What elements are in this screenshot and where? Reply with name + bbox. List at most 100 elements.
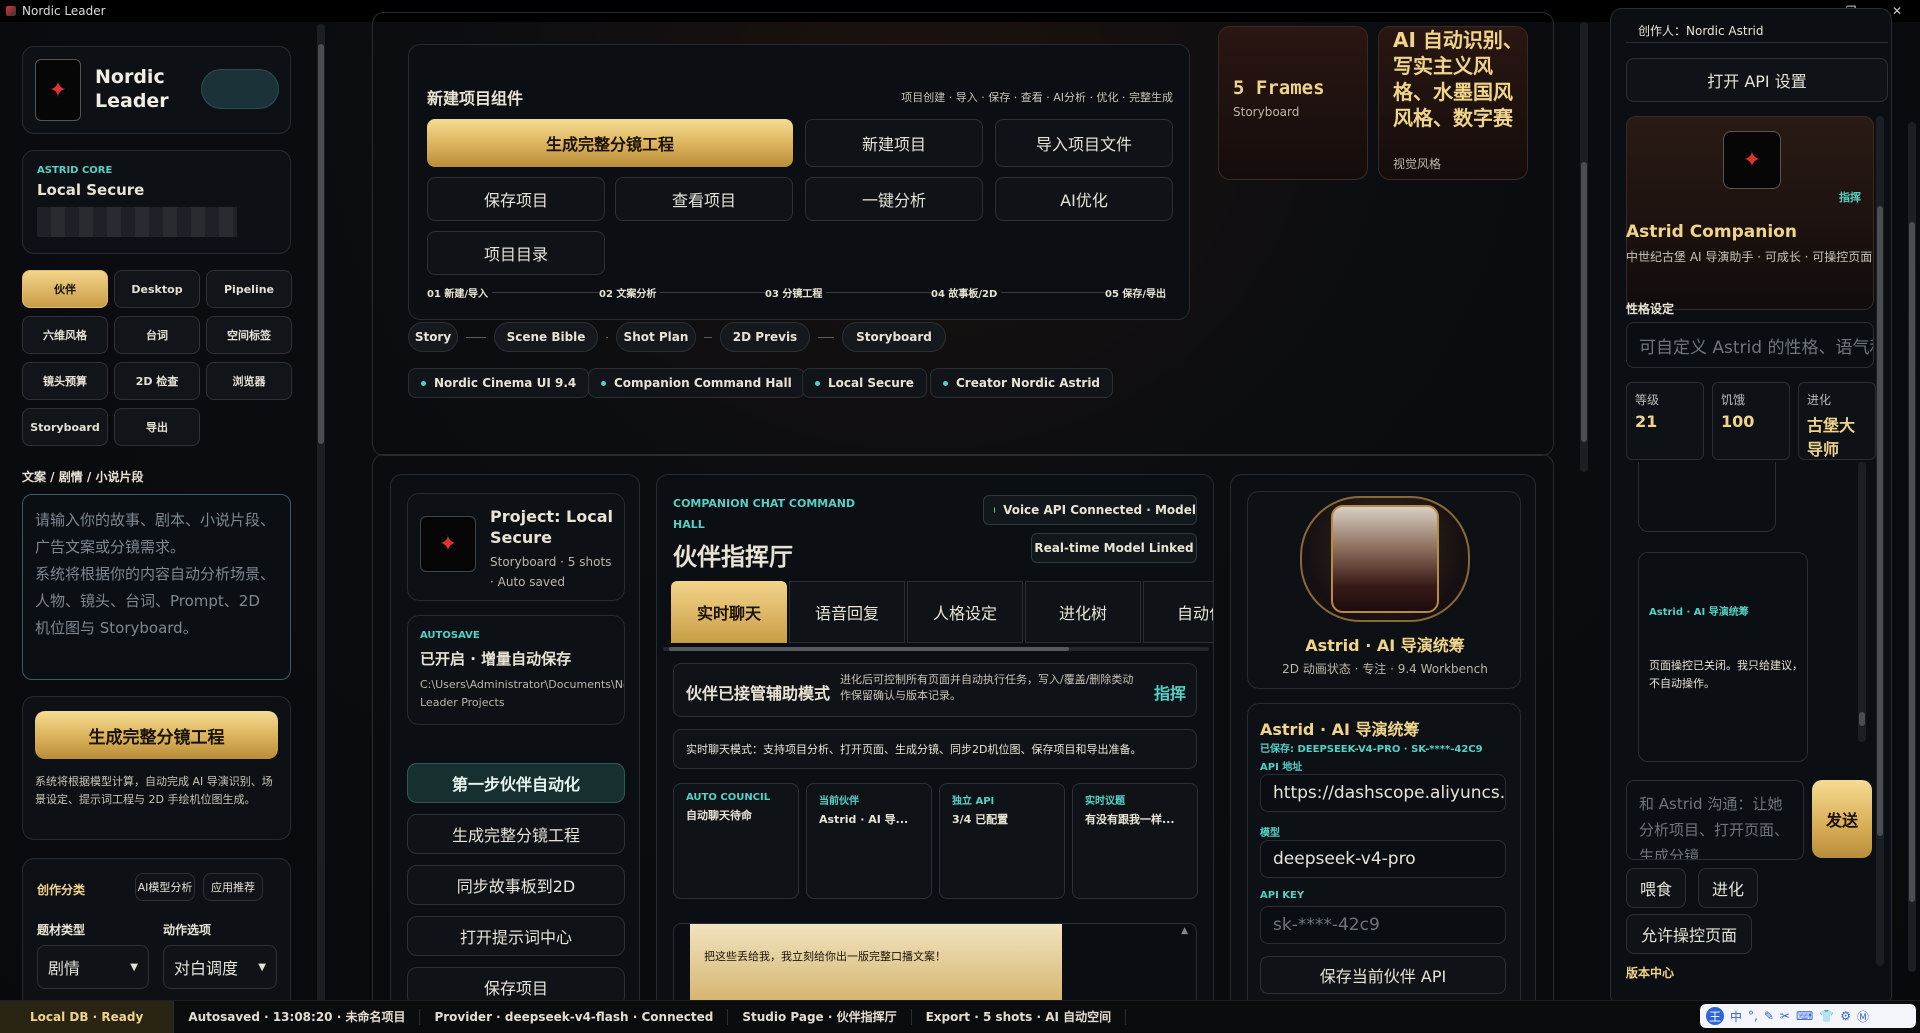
page-scrollbar[interactable] bbox=[1908, 122, 1916, 972]
tray-icon-3[interactable]: ✎ bbox=[1764, 1009, 1774, 1023]
left-scrollbar[interactable] bbox=[317, 24, 325, 1014]
ai-optimize-button[interactable]: AI优化 bbox=[995, 177, 1173, 221]
tray-icon-4[interactable]: ✂ bbox=[1780, 1009, 1790, 1023]
send-button[interactable]: 发送 bbox=[1812, 780, 1872, 858]
new-project-button[interactable]: 新建项目 bbox=[805, 119, 983, 167]
step-5: 05 保存/导出 bbox=[1105, 285, 1171, 300]
chat-tab-1[interactable]: 语音回复 bbox=[789, 581, 905, 643]
chat-tile-1[interactable]: 当前伙伴 Astrid · AI 导... bbox=[806, 783, 932, 899]
ai-model-analysis-button[interactable]: AI模型分析 bbox=[135, 873, 195, 901]
pipeline-shot-plan[interactable]: Shot Plan bbox=[616, 322, 696, 352]
persona-input[interactable]: 可自定义 Astrid 的性格、语气和 bbox=[1626, 322, 1874, 368]
pipeline-2d-previs[interactable]: 2D Previs bbox=[720, 322, 810, 352]
pipeline-connector bbox=[466, 337, 486, 338]
api-url-input[interactable]: https://dashscope.aliyuncs.co bbox=[1260, 774, 1506, 812]
chat-tab-4[interactable]: 自动化 bbox=[1143, 581, 1213, 643]
tray-icon-7[interactable]: ⚙ bbox=[1840, 1009, 1851, 1023]
generate-desc: 系统将根据模型计算，自动完成 AI 导演识别、场景设定、提示词工程与 2D 手绘… bbox=[35, 775, 273, 806]
app-recommend-button[interactable]: 应用推荐 bbox=[203, 873, 263, 901]
companion-inner-scrollbar[interactable] bbox=[1858, 462, 1866, 742]
tray-icon-0[interactable]: 王 bbox=[1706, 1007, 1724, 1025]
import-project-button[interactable]: 导入项目文件 bbox=[995, 119, 1173, 167]
chat-tab-2[interactable]: 人格设定 bbox=[907, 581, 1023, 643]
mode-command-button[interactable]: 指挥 bbox=[1154, 680, 1186, 704]
realtime-model-badge: Real-time Model Linked bbox=[1031, 533, 1197, 563]
type-select[interactable]: 剧情 ▼ bbox=[37, 945, 149, 989]
api-key-input[interactable]: sk-****-42c9 bbox=[1260, 906, 1506, 944]
pipeline-story[interactable]: Story bbox=[408, 322, 458, 352]
left-tab-0[interactable]: 伙伴 bbox=[22, 270, 108, 308]
voice-api-badge: Voice API Connected · Model bbox=[983, 495, 1197, 525]
project-logo-icon: ✦ bbox=[420, 516, 476, 572]
chat-tile-2[interactable]: 独立 API 3/4 已配置 bbox=[939, 783, 1065, 899]
action-button-0[interactable]: 第一步伙伴自动化 bbox=[407, 763, 625, 803]
type-select-value: 剧情 bbox=[48, 959, 81, 978]
left-tab-8[interactable]: 浏览器 bbox=[206, 362, 292, 400]
generate-button-left[interactable]: 生成完整分镜工程 bbox=[35, 711, 278, 759]
center-top-scrollbar[interactable] bbox=[1580, 22, 1588, 472]
save-project-button[interactable]: 保存项目 bbox=[427, 177, 605, 221]
right-scrollbar[interactable] bbox=[1876, 116, 1884, 966]
autosave-title: 已开启 · 增量自动保存 bbox=[420, 650, 572, 668]
user-avatar-pill[interactable] bbox=[201, 69, 279, 109]
save-api-button[interactable]: 保存当前伙伴 API bbox=[1260, 956, 1506, 994]
astrid-portrait-card: Astrid · AI 导演统筹 2D 动画状态 · 专注 · 9.4 Work… bbox=[1247, 491, 1521, 689]
left-tab-10[interactable]: 导出 bbox=[114, 408, 200, 446]
core-redacted bbox=[37, 207, 237, 237]
action-button-2[interactable]: 同步故事板到2D bbox=[407, 865, 625, 905]
tray-icon-8[interactable]: Ⓜ bbox=[1857, 1008, 1869, 1025]
left-tab-9[interactable]: Storyboard bbox=[22, 408, 108, 446]
style-title: AI 自动识别、写实主义风格、水墨国风风格、数字赛 bbox=[1393, 28, 1523, 130]
left-tab-5[interactable]: 空间标签 bbox=[206, 316, 292, 354]
left-tab-2[interactable]: Pipeline bbox=[206, 270, 292, 308]
model-label: 模型 bbox=[1260, 828, 1280, 839]
open-api-settings-button[interactable]: 打开 API 设置 bbox=[1626, 58, 1888, 102]
chat-scroll-up-icon[interactable]: ▲ bbox=[1181, 926, 1188, 936]
companion-card: ✦ 指挥 bbox=[1626, 116, 1874, 310]
pipeline-storyboard[interactable]: Storyboard bbox=[842, 322, 946, 352]
chat-tabs: 实时聊天语音回复人格设定进化树自动化 bbox=[671, 581, 1213, 643]
tile-key: 独立 API bbox=[952, 796, 995, 807]
chat-tile-0[interactable]: AUTO COUNCIL 自动聊天待命 bbox=[673, 783, 799, 899]
core-label: ASTRID CORE bbox=[37, 165, 113, 176]
evolve-button[interactable]: 进化 bbox=[1698, 868, 1758, 908]
companion-desc: 中世纪古堡 AI 导演助手 · 可成长 · 可操控页面 bbox=[1626, 250, 1873, 264]
story-input[interactable]: 请输入你的故事、剧本、小说片段、广告文案或分镜需求。 系统将根据你的内容自动分析… bbox=[22, 494, 291, 680]
tray-icon-6[interactable]: 👕 bbox=[1819, 1009, 1834, 1023]
action-button-1[interactable]: 生成完整分镜工程 bbox=[407, 814, 625, 854]
creator-underline bbox=[1626, 42, 1888, 43]
astrid-portrait bbox=[1331, 505, 1439, 613]
version-center-link[interactable]: 版本中心 bbox=[1626, 964, 1674, 981]
chat-tabs-scrollbar[interactable] bbox=[663, 647, 1209, 651]
left-tab-6[interactable]: 镜头预算 bbox=[22, 362, 108, 400]
generate-storyboard-button[interactable]: 生成完整分镜工程 bbox=[427, 119, 793, 167]
model-input[interactable]: deepseek-v4-pro bbox=[1260, 840, 1506, 878]
action-select[interactable]: 对白调度 ▼ bbox=[163, 945, 277, 989]
chat-tab-3[interactable]: 进化树 bbox=[1025, 581, 1141, 643]
companion-cmd[interactable]: 指挥 bbox=[1839, 189, 1861, 205]
allow-control-button[interactable]: 允许操控页面 bbox=[1626, 914, 1752, 954]
left-tab-4[interactable]: 台词 bbox=[114, 316, 200, 354]
tray-icon-1[interactable]: 中 bbox=[1730, 1008, 1742, 1025]
project-directory-button[interactable]: 项目目录 bbox=[427, 231, 605, 275]
mode-card: 伙伴已接管辅助模式 进化后可控制所有页面并自动执行任务，写入/覆盖/删除类动作保… bbox=[673, 663, 1197, 717]
speech-bubble: Astrid · AI 导演统筹 页面操控已关闭。我只给建议，不自动操作。 bbox=[1638, 552, 1808, 762]
one-click-analyze-button[interactable]: 一键分析 bbox=[805, 177, 983, 221]
chat-tab-0[interactable]: 实时聊天 bbox=[671, 581, 787, 643]
chat-label: COMPANION CHAT COMMAND HALL bbox=[673, 497, 856, 531]
action-button-3[interactable]: 打开提示词中心 bbox=[407, 916, 625, 956]
logo-icon: ✦ bbox=[35, 59, 81, 121]
chat-tile-3[interactable]: 实时议题 有没有跟我一样... bbox=[1072, 783, 1198, 899]
tray-icon-2[interactable]: °, bbox=[1748, 1009, 1758, 1023]
companion-scroll-area: Astrid · AI 导演统筹 页面操控已关闭。我只给建议，不自动操作。 bbox=[1626, 462, 1874, 812]
pipeline-scene-bible[interactable]: Scene Bible bbox=[494, 322, 598, 352]
left-tab-7[interactable]: 2D 检查 bbox=[114, 362, 200, 400]
tile-key: AUTO COUNCIL bbox=[686, 792, 771, 803]
tray-icon-5[interactable]: ⌨ bbox=[1796, 1009, 1813, 1023]
chat-input[interactable]: 和 Astrid 沟通：让她分析项目、打开页面、生成分镜 bbox=[1626, 780, 1804, 860]
left-tab-3[interactable]: 六维风格 bbox=[22, 316, 108, 354]
frames-sub: Storyboard bbox=[1233, 105, 1300, 119]
left-tab-1[interactable]: Desktop bbox=[114, 270, 200, 308]
view-project-button[interactable]: 查看项目 bbox=[615, 177, 793, 221]
feed-button[interactable]: 喂食 bbox=[1626, 868, 1686, 908]
